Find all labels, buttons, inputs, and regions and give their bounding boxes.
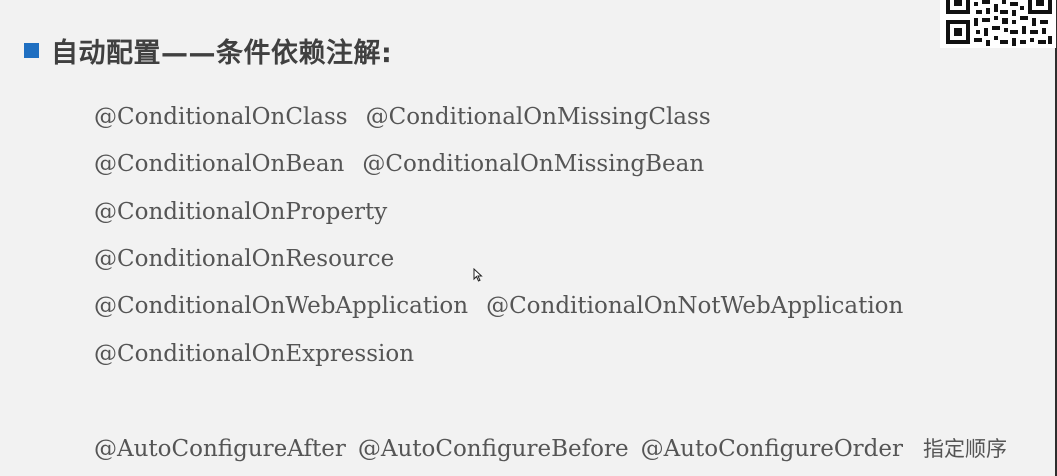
page-title: 自动配置——条件依赖注解: — [51, 37, 393, 69]
annotation-text: @AutoConfigureBefore — [357, 436, 629, 462]
title-bullet — [24, 42, 39, 58]
annotation-text: @ConditionalOnWebApplication — [94, 293, 469, 319]
annotation-line-2: @ConditionalOnBean @ConditionalOnMissingB… — [94, 150, 704, 178]
annotation-text: @ConditionalOnBean — [94, 151, 345, 177]
annotation-text: @ConditionalOnMissingBean — [362, 151, 705, 177]
annotation-text: @ConditionalOnClass — [94, 104, 348, 130]
qr-code-icon — [940, 0, 1056, 48]
title-row: 自动配置——条件依赖注解: — [24, 30, 392, 70]
annotation-text: @ConditionalOnResource — [94, 246, 395, 272]
annotation-text: @AutoConfigureOrder — [640, 436, 903, 462]
annotation-text: @ConditionalOnProperty — [94, 199, 388, 225]
mouse-pointer-icon — [473, 268, 483, 282]
annotation-line-5: @ConditionalOnWebApplication @Conditional… — [94, 292, 903, 320]
annotation-line-1: @ConditionalOnClass @ConditionalOnMissing… — [94, 103, 711, 131]
annotation-text: @ConditionalOnExpression — [94, 341, 415, 367]
annotation-line-4: @ConditionalOnResource — [94, 245, 394, 273]
order-note: 指定顺序 — [923, 437, 1007, 461]
annotation-text: @ConditionalOnNotWebApplication — [486, 293, 904, 319]
annotation-text: @ConditionalOnMissingClass — [365, 104, 711, 130]
annotation-line-order: @AutoConfigureAfter @AutoConfigureBefore @… — [94, 435, 1007, 463]
annotation-line-6: @ConditionalOnExpression — [94, 340, 414, 368]
annotation-line-3: @ConditionalOnProperty — [94, 198, 387, 226]
annotation-text: @AutoConfigureAfter — [94, 436, 346, 462]
